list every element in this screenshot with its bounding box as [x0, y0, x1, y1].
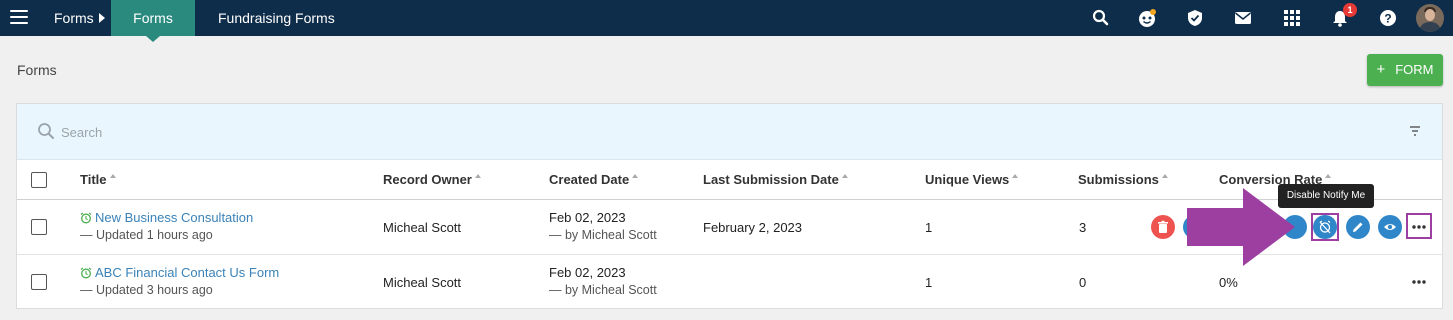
column-header-last-submission-date[interactable]: Last Submission Date	[703, 172, 848, 187]
created-date-cell: Feb 02, 2023 — by Micheal Scott	[549, 265, 657, 297]
unique-views: 1	[925, 220, 933, 235]
shield-check-icon[interactable]	[1185, 8, 1205, 28]
unique-views: 1	[925, 275, 933, 290]
page-title: Forms	[17, 62, 57, 78]
breadcrumb-forms[interactable]: Forms	[54, 0, 94, 36]
record-owner: Micheal Scott	[383, 275, 462, 290]
top-navbar: Forms Forms Fundraising Forms 1 ?	[0, 0, 1453, 42]
column-header-record-owner[interactable]: Record Owner	[383, 172, 481, 187]
svg-text:?: ?	[1384, 12, 1391, 26]
trash-icon	[1158, 220, 1168, 233]
apps-grid-icon[interactable]	[1282, 8, 1302, 28]
select-all-checkbox[interactable]	[31, 172, 47, 188]
created-by: — by Micheal Scott	[549, 228, 657, 242]
pencil-icon	[1353, 222, 1363, 232]
search-input[interactable]	[61, 122, 661, 142]
tooltip: Disable Notify Me	[1278, 184, 1374, 208]
add-form-button[interactable]: + FORM	[1367, 54, 1443, 86]
tab-fundraising-forms[interactable]: Fundraising Forms	[218, 0, 335, 36]
search-icon	[38, 123, 54, 139]
plus-icon: +	[1376, 61, 1386, 78]
more-options-icon[interactable]	[1412, 224, 1426, 230]
search-bar	[17, 104, 1442, 160]
record-owner: Micheal Scott	[383, 220, 462, 235]
filter-icon[interactable]	[1409, 125, 1421, 137]
mail-icon[interactable]	[1233, 8, 1253, 28]
conversion-rate: 0%	[1219, 275, 1238, 290]
last-submission-date: February 2, 2023	[703, 220, 803, 235]
search-icon[interactable]	[1091, 8, 1111, 28]
tab-forms[interactable]: Forms	[111, 0, 195, 42]
form-title-link[interactable]: New Business Consultation	[95, 210, 253, 225]
submissions: 0	[1079, 275, 1087, 290]
column-header-submissions[interactable]: Submissions	[1078, 172, 1168, 187]
column-header-title[interactable]: Title	[80, 172, 116, 187]
column-header-created-date[interactable]: Created Date	[549, 172, 639, 187]
menu-icon[interactable]	[10, 10, 28, 24]
column-header-unique-views[interactable]: Unique Views	[925, 172, 1019, 187]
row-checkbox[interactable]	[31, 219, 47, 235]
created-date-cell: Feb 02, 2023 — by Micheal Scott	[549, 210, 657, 242]
preview-button[interactable]	[1378, 215, 1402, 239]
form-title-link[interactable]: ABC Financial Contact Us Form	[95, 265, 279, 280]
alarm-clock-icon	[80, 212, 92, 224]
created-date: Feb 02, 2023	[549, 210, 626, 225]
assistant-icon[interactable]	[1137, 8, 1157, 28]
title-cell: New Business Consultation — Updated 1 ho…	[80, 210, 253, 242]
edit-button[interactable]	[1346, 215, 1370, 239]
disable-notify-highlight	[1311, 213, 1339, 241]
title-cell: ABC Financial Contact Us Form — Updated …	[80, 265, 279, 297]
add-form-label: FORM	[1395, 62, 1434, 77]
created-date: Feb 02, 2023	[549, 265, 626, 280]
breadcrumb-arrow-icon	[99, 13, 105, 23]
delete-button[interactable]	[1151, 215, 1175, 239]
updated-text: — Updated 1 hours ago	[80, 228, 213, 242]
alarm-clock-icon	[80, 267, 92, 279]
created-by: — by Micheal Scott	[549, 283, 657, 297]
updated-text: — Updated 3 hours ago	[80, 283, 213, 297]
avatar[interactable]	[1416, 4, 1444, 32]
more-options-icon[interactable]	[1412, 279, 1426, 285]
help-icon[interactable]: ?	[1378, 8, 1398, 28]
row-checkbox[interactable]	[31, 274, 47, 290]
submissions: 3	[1079, 220, 1087, 235]
eye-icon	[1384, 224, 1396, 230]
notification-badge: 1	[1343, 3, 1357, 17]
